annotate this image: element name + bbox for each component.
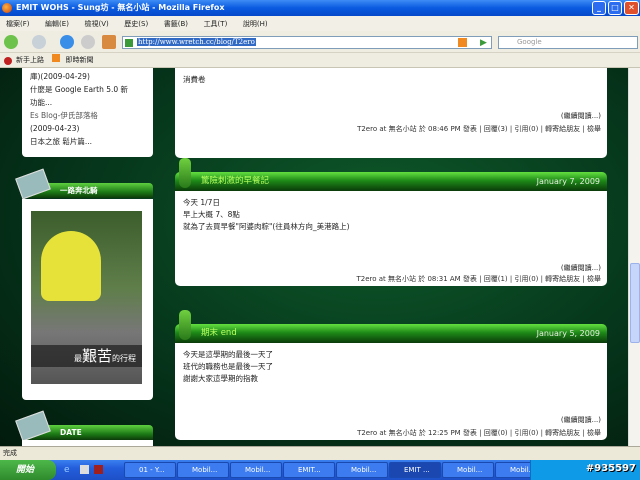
post: 消費卷 (繼續閱讀...) T2ero at 無名小站 於 08:46 PM 發…	[175, 68, 607, 158]
post-text: 消費卷	[183, 75, 206, 84]
search-input[interactable]: Google	[498, 36, 638, 49]
go-icon[interactable]: ▶	[480, 38, 487, 48]
cyclist-figure	[41, 231, 101, 301]
post-text: 謝謝大家這學期的指教	[183, 374, 258, 383]
post-header: 期末 end January 5, 2009	[175, 310, 607, 343]
status-text: 完成	[3, 449, 17, 457]
recent-date: (2009-04-23)	[30, 124, 80, 133]
taskbar-item-active[interactable]: EMIT ...	[389, 462, 441, 478]
taskbar-item[interactable]: 01 - Y...	[124, 462, 176, 478]
back-icon[interactable]	[4, 35, 18, 49]
menu-file[interactable]: 檔案(F)	[6, 20, 30, 28]
title-bar: EMIT WOHS - Sung坊 - 無名小站 - Mozilla Firef…	[0, 0, 640, 16]
recent-link[interactable]: 什麼是 Google Earth 5.0 新	[30, 83, 145, 96]
reload-icon[interactable]	[60, 35, 74, 49]
scrollbar-thumb[interactable]	[630, 263, 640, 343]
album-header: 一路奔北騎	[15, 168, 153, 200]
search-placeholder: Google	[517, 38, 542, 46]
post: 今天 1/7日 早上大概 7、8點 就為了去買早餐"阿婆肉粽"(往員林方向_美港…	[175, 191, 607, 286]
post-date: January 7, 2009	[536, 177, 600, 186]
post-text: 今天是這學期的最後一天了	[183, 350, 273, 359]
date-title: DATE	[60, 428, 82, 437]
rss-icon	[52, 54, 61, 62]
bookmarks-toolbar: 新手上路 即時新聞	[0, 53, 640, 68]
recent-link[interactable]: 日本之旅 鬆片篇...	[30, 135, 145, 148]
recent-line: 庫)(2009-04-29)	[30, 72, 90, 81]
menu-history[interactable]: 歷史(S)	[124, 20, 148, 28]
stop-icon[interactable]	[81, 35, 95, 49]
minimize-button[interactable]: _	[592, 1, 606, 15]
firefox-icon	[2, 3, 12, 13]
album-photo[interactable]: 最艱苦的行程	[31, 211, 142, 384]
recent-link[interactable]: 功能...	[30, 96, 145, 109]
post-text: 就為了去買早餐"阿婆肉粽"(往員林方向_美港路上)	[183, 222, 350, 231]
post-text: 班代的職務也是最後一天了	[183, 362, 273, 371]
maximize-button[interactable]: □	[608, 1, 622, 15]
post-meta[interactable]: T2ero at 無名小站 於 08:31 AM 發表 | 回覆(1) | 引用…	[357, 273, 602, 285]
system-tray: #935597	[530, 460, 640, 480]
post-date: January 5, 2009	[536, 329, 600, 338]
bookmark-getting-started[interactable]: 新手上路	[16, 56, 44, 64]
menu-tools[interactable]: 工具(T)	[204, 20, 228, 28]
forward-icon[interactable]	[32, 35, 46, 49]
post-header: 驚險刺激的早餐記 January 7, 2009	[175, 158, 607, 191]
post-meta[interactable]: T2ero at 無名小站 於 12:25 PM 發表 | 回覆(0) | 引用…	[357, 427, 601, 439]
home-icon[interactable]	[102, 35, 116, 49]
post-meta[interactable]: T2ero at 無名小站 於 08:46 PM 發表 | 回覆(3) | 引用…	[357, 123, 601, 135]
quicklaunch-icon[interactable]	[80, 465, 89, 474]
quicklaunch-icon[interactable]	[94, 465, 103, 474]
album-box: 最艱苦的行程	[22, 199, 153, 400]
tag-icon	[15, 168, 51, 200]
date-header: DATE	[15, 410, 153, 442]
window-title: EMIT WOHS - Sung坊 - 無名小站 - Mozilla Firef…	[16, 3, 225, 12]
taskbar-item[interactable]: Mobil...	[177, 462, 229, 478]
menu-bookmarks[interactable]: 書籤(B)	[164, 20, 188, 28]
site-icon	[125, 39, 133, 47]
status-bar: 完成	[0, 446, 640, 460]
getting-started-icon	[4, 57, 12, 65]
post-text: 早上大概 7、8點	[183, 210, 240, 219]
taskbar-item[interactable]: Mobil...	[230, 462, 282, 478]
taskbar: 開始 e 01 - Y... Mobil... Mobil... EMIT...…	[0, 460, 640, 480]
navigation-toolbar: http://www.wretch.cc/blog/T2ero ▶ Google	[0, 31, 640, 53]
recent-source[interactable]: Es Blog-伊氏部落格	[30, 109, 145, 122]
close-button[interactable]: ✕	[624, 1, 639, 15]
menu-help[interactable]: 說明(H)	[243, 20, 268, 28]
post-title[interactable]: 驚險刺激的早餐記	[201, 176, 269, 186]
bookmark-news[interactable]: 即時新聞	[65, 56, 93, 64]
url-text[interactable]: http://www.wretch.cc/blog/T2ero	[137, 38, 256, 46]
taskbar-item[interactable]: EMIT...	[283, 462, 335, 478]
url-bar[interactable]: http://www.wretch.cc/blog/T2ero	[122, 36, 492, 49]
menu-view[interactable]: 檢視(V)	[84, 20, 108, 28]
vertical-scrollbar[interactable]	[628, 68, 640, 446]
menu-edit[interactable]: 編輯(E)	[45, 20, 69, 28]
ie-icon[interactable]: e	[64, 465, 70, 475]
taskbar-item[interactable]: Mobil...	[336, 462, 388, 478]
post: 今天是這學期的最後一天了 班代的職務也是最後一天了 謝謝大家這學期的指教 (繼續…	[175, 343, 607, 440]
page-content: 庫)(2009-04-29) 什麼是 Google Earth 5.0 新 功能…	[0, 68, 628, 446]
clock: #935597	[585, 463, 636, 474]
tag-icon	[15, 410, 51, 442]
photo-caption: 最艱苦的行程	[31, 345, 142, 367]
album-title: 一路奔北騎	[60, 186, 98, 195]
menu-bar: 檔案(F) 編輯(E) 檢視(V) 歷史(S) 書籤(B) 工具(T) 說明(H…	[0, 16, 640, 31]
bottle-icon	[179, 310, 191, 340]
post-text: 今天 1/7日	[183, 198, 220, 207]
bottle-icon	[179, 158, 191, 188]
recent-articles-box: 庫)(2009-04-29) 什麼是 Google Earth 5.0 新 功能…	[22, 68, 153, 157]
start-button[interactable]: 開始	[0, 460, 56, 480]
taskbar-item[interactable]: Mobil...	[442, 462, 494, 478]
read-more-link[interactable]: (繼續閱讀...)	[561, 110, 601, 122]
read-more-link[interactable]: (繼續閱讀...)	[561, 414, 601, 426]
rss-icon[interactable]	[458, 38, 467, 47]
post-title[interactable]: 期末 end	[201, 328, 237, 338]
